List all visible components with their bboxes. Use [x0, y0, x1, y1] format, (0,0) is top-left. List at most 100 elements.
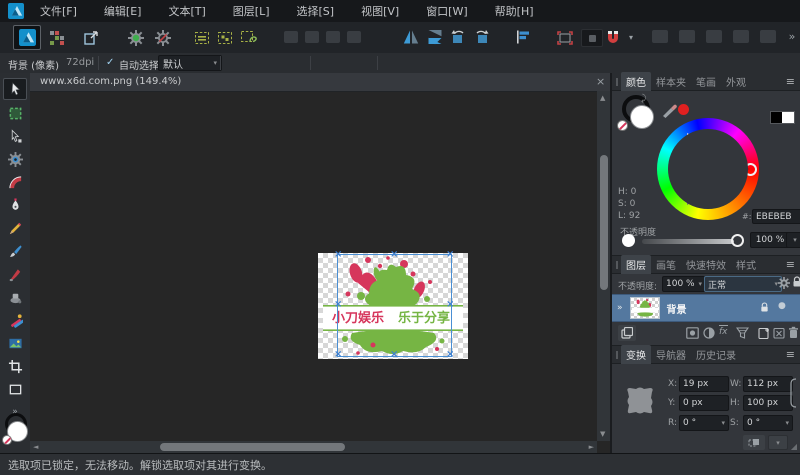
color-wheel[interactable]: [657, 118, 759, 220]
rotate-right-button[interactable]: [473, 29, 490, 45]
fill-tool[interactable]: [4, 287, 26, 307]
tab-appearance[interactable]: 外观: [721, 72, 751, 91]
new-group-button[interactable]: [773, 327, 785, 339]
color-panel-menu-icon[interactable]: ≡: [786, 75, 795, 88]
color-picker-icon[interactable]: [660, 99, 680, 119]
tab-transform[interactable]: 变换: [621, 345, 651, 364]
x-input[interactable]: 19 px: [679, 376, 729, 392]
point-transform-tool[interactable]: [4, 149, 26, 169]
auto-select-label[interactable]: 自动选择: [119, 57, 159, 72]
knife-tool[interactable]: [4, 264, 26, 284]
menu-help[interactable]: 帮助[H]: [489, 1, 540, 21]
vertical-scrollbar[interactable]: ▲ ▼: [597, 91, 610, 441]
opacity-chevron[interactable]: ▾: [786, 232, 800, 248]
place-image-tool[interactable]: [4, 333, 26, 353]
flip-horizontal-button[interactable]: [402, 29, 419, 45]
opacity-value[interactable]: 100 %: [750, 232, 790, 248]
layer-row-background[interactable]: » 背景 ●: [612, 294, 800, 322]
horizontal-scroll-thumb[interactable]: [160, 443, 345, 451]
menu-edit[interactable]: 编辑[E]: [98, 1, 148, 21]
snapping-magnet-button[interactable]: [605, 29, 621, 45]
transform-mode-chevron[interactable]: ▾: [768, 435, 788, 450]
pixel-persona-button[interactable]: [48, 29, 65, 46]
rotation-dropdown[interactable]: 0 °▾: [679, 415, 729, 431]
link-dimensions-icon[interactable]: [790, 378, 798, 408]
h-input[interactable]: 100 px: [743, 395, 793, 411]
tab-swatches[interactable]: 样本夹: [651, 72, 691, 91]
anchor-point-selector[interactable]: [622, 382, 658, 418]
panel-grip-icon[interactable]: ‖: [615, 260, 619, 269]
scroll-left-arrow[interactable]: ◄: [33, 441, 38, 453]
menu-text[interactable]: 文本[T]: [162, 1, 211, 21]
rectangle-tool[interactable]: [4, 379, 26, 399]
auto-select-checkbox[interactable]: ✓: [106, 57, 114, 68]
develop-gear-green-button[interactable]: [127, 29, 144, 46]
rotate-left-button[interactable]: [449, 29, 466, 45]
tab-color[interactable]: 颜色: [621, 72, 651, 91]
selection-handle-se[interactable]: ×: [446, 351, 454, 359]
layer-name[interactable]: 背景: [667, 301, 687, 316]
corner-tool[interactable]: [4, 172, 26, 192]
hex-input[interactable]: EBEBEB: [752, 209, 800, 224]
panel-grip-icon[interactable]: ‖: [615, 350, 619, 359]
opacity-knob[interactable]: [622, 234, 635, 247]
selection-lasso-button[interactable]: [240, 29, 258, 45]
layer-opacity-dropdown[interactable]: 100 %▾: [662, 276, 706, 292]
duplicate-layer-button[interactable]: [618, 325, 636, 341]
layer-expand-icon[interactable]: »: [617, 303, 623, 313]
selection-bounding-box[interactable]: × × × × × × × ×: [337, 254, 452, 357]
horizontal-scrollbar[interactable]: ◄ ►: [30, 441, 597, 453]
export-persona-button[interactable]: [82, 29, 99, 46]
scroll-down-arrow[interactable]: ▼: [600, 428, 605, 440]
selection-handle-s[interactable]: ×: [390, 351, 398, 359]
panel-grip-icon[interactable]: ‖: [615, 77, 619, 86]
artboard-tool[interactable]: [4, 103, 26, 123]
layer-effects-button[interactable]: fx: [719, 325, 728, 338]
fill-color-well[interactable]: [630, 105, 654, 129]
menu-file[interactable]: 文件[F]: [34, 1, 83, 21]
vertical-scroll-thumb[interactable]: [600, 155, 608, 290]
layer-visibility-dot[interactable]: ●: [778, 301, 786, 311]
order-flag-button[interactable]: [514, 29, 531, 45]
opacity-slider-thumb[interactable]: [731, 234, 744, 247]
new-layer-button[interactable]: [758, 327, 770, 339]
document-tab[interactable]: www.x6d.com.png (149.4%): [40, 76, 181, 87]
layer-lock-icon[interactable]: [760, 302, 769, 313]
live-filter-button[interactable]: [736, 327, 749, 339]
y-input[interactable]: 0 px: [679, 395, 729, 411]
tab-brushes[interactable]: 画笔: [651, 255, 681, 274]
opacity-slider-track[interactable]: [642, 239, 734, 244]
blend-mode-dropdown[interactable]: 正常▾: [704, 276, 782, 292]
selection-handle-sw[interactable]: ×: [334, 351, 342, 359]
pencil-tool[interactable]: [4, 218, 26, 238]
tab-navigator[interactable]: 导航器: [651, 345, 691, 364]
flip-vertical-button[interactable]: [426, 29, 443, 45]
move-tool[interactable]: [3, 78, 27, 100]
tab-styles[interactable]: 样式: [731, 255, 761, 274]
snap-bounds-button[interactable]: [557, 30, 573, 45]
w-input[interactable]: 112 px: [743, 376, 793, 392]
selection-handle-e[interactable]: ×: [446, 301, 454, 309]
delete-layer-button[interactable]: [788, 326, 799, 339]
scroll-up-arrow[interactable]: ▲: [600, 92, 605, 104]
no-fill-swatch[interactable]: [2, 435, 12, 445]
node-tool[interactable]: [4, 126, 26, 146]
selection-marquee-button[interactable]: [194, 30, 210, 45]
transform-panel-menu-icon[interactable]: ≡: [786, 348, 795, 361]
selection-subtract-button[interactable]: [217, 30, 233, 45]
primary-color-swatch[interactable]: [782, 111, 795, 124]
selection-handle-ne[interactable]: ×: [446, 251, 454, 259]
swap-colors-icon[interactable]: ⤸: [641, 94, 646, 104]
fill-stroke-swatch[interactable]: [3, 413, 27, 449]
crop-tool[interactable]: [4, 356, 26, 376]
snap-preset-toggle[interactable]: [581, 29, 603, 47]
selection-handle-nw[interactable]: ×: [334, 251, 342, 259]
snapping-chevron[interactable]: ▾: [626, 32, 636, 42]
tab-history[interactable]: 历史记录: [691, 345, 741, 364]
toolbar-overflow-button[interactable]: »: [786, 29, 798, 43]
designer-persona-button[interactable]: [13, 25, 41, 50]
lock-layer-button[interactable]: [792, 276, 800, 288]
panel-resize-grip[interactable]: ◢: [791, 442, 797, 451]
scroll-right-arrow[interactable]: ►: [589, 441, 594, 453]
shear-dropdown[interactable]: 0 °▾: [743, 415, 793, 431]
